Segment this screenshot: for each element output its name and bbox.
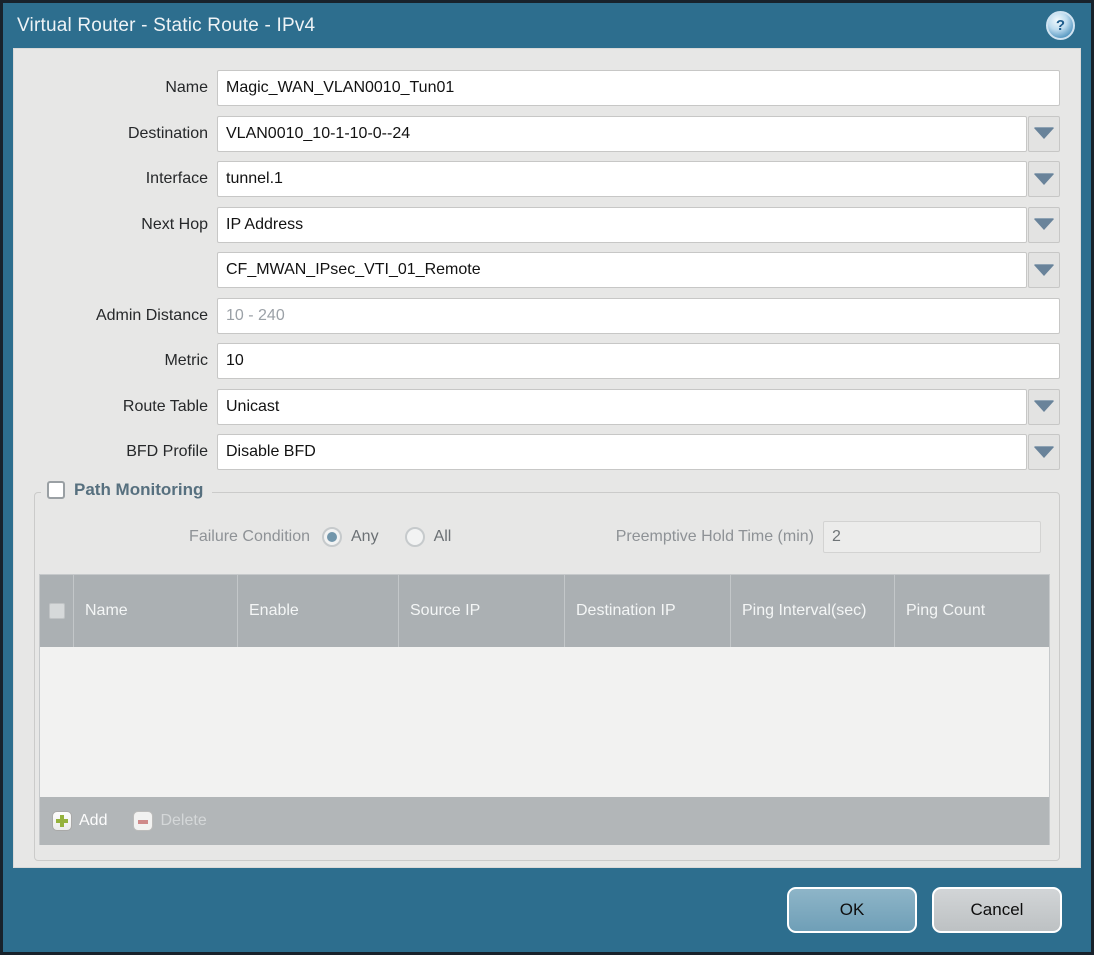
chevron-down-icon — [1034, 173, 1054, 185]
table-toolbar: Add Delete — [40, 797, 1049, 845]
metric-label: Metric — [164, 352, 208, 369]
preemptive-hold-time-input — [823, 521, 1041, 553]
route-table-dropdown-button[interactable] — [1028, 388, 1060, 425]
route-table-label: Route Table — [122, 397, 208, 415]
failure-condition-all-label: All — [433, 528, 452, 545]
bfd-profile-input[interactable] — [217, 434, 1027, 470]
route-table-input[interactable] — [217, 388, 1027, 425]
path-monitoring-checkbox[interactable] — [47, 481, 65, 499]
titlebar: Virtual Router - Static Route - IPv4 ? — [3, 3, 1091, 48]
chevron-down-icon — [1034, 264, 1054, 276]
path-monitoring-table: Name Enable Source IP Destination IP Pin… — [39, 574, 1050, 845]
interface-label: Interface — [145, 170, 208, 187]
table-header-ping-interval: Ping Interval(sec) — [731, 575, 895, 647]
interface-input[interactable] — [217, 161, 1027, 197]
path-monitoring-legend: Path Monitoring — [41, 480, 213, 500]
failure-condition-row: Failure Condition Any All Preemptive Hol… — [35, 520, 1041, 554]
admin-distance-input[interactable] — [217, 297, 1060, 334]
next-hop-type-input[interactable] — [217, 206, 1027, 243]
bfd-profile-label: BFD Profile — [126, 443, 208, 460]
dialog-title: Virtual Router - Static Route - IPv4 — [17, 14, 316, 36]
dialog-footer: OK Cancel — [3, 868, 1091, 952]
table-header-checkbox-cell — [40, 575, 74, 647]
path-monitoring-title: Path Monitoring — [74, 480, 204, 499]
add-button-label: Add — [79, 812, 108, 829]
destination-dropdown-button[interactable] — [1028, 115, 1060, 152]
table-header-row: Name Enable Source IP Destination IP Pin… — [40, 575, 1049, 647]
select-all-checkbox — [48, 603, 65, 619]
preemptive-hold-time-label: Preemptive Hold Time (min) — [615, 528, 814, 545]
form-row-next-hop-address — [14, 252, 1060, 288]
minus-icon — [133, 811, 154, 831]
path-monitoring-group: Path Monitoring Failure Condition Any Al… — [34, 480, 1060, 861]
failure-condition-label: Failure Condition — [189, 528, 310, 545]
name-input[interactable] — [217, 70, 1060, 106]
form-row-interface: Interface — [14, 161, 1060, 197]
next-hop-label: Next Hop — [141, 215, 208, 233]
table-header-enable: Enable — [238, 575, 399, 647]
table-header-source-ip: Source IP — [399, 575, 565, 647]
failure-condition-any-radio — [322, 527, 342, 547]
form-row-next-hop: Next Hop — [14, 206, 1060, 243]
next-hop-address-label — [14, 252, 217, 288]
chevron-down-icon — [1034, 219, 1054, 230]
plus-icon — [52, 811, 72, 831]
admin-distance-label: Admin Distance — [95, 306, 208, 324]
add-button[interactable]: Add — [52, 811, 107, 831]
interface-dropdown-button[interactable] — [1028, 161, 1060, 197]
table-body-empty — [40, 647, 1049, 797]
form-row-admin-distance: Admin Distance — [14, 297, 1060, 334]
next-hop-address-dropdown-button[interactable] — [1028, 252, 1060, 288]
form-row-name: Name — [14, 70, 1060, 106]
bfd-profile-dropdown-button[interactable] — [1028, 434, 1060, 470]
table-header-destination-ip: Destination IP — [565, 575, 731, 647]
chevron-down-icon — [1034, 446, 1054, 458]
next-hop-address-input[interactable] — [217, 252, 1027, 288]
destination-input[interactable] — [217, 115, 1027, 152]
failure-condition-any-label: Any — [351, 528, 379, 545]
next-hop-type-dropdown-button[interactable] — [1028, 206, 1060, 243]
table-header-name: Name — [74, 575, 238, 647]
form-row-metric: Metric — [14, 343, 1060, 379]
ok-button[interactable]: OK — [787, 887, 917, 933]
chevron-down-icon — [1034, 401, 1054, 412]
delete-button-label: Delete — [160, 812, 207, 829]
dialog-content: Name Destination Interface Next Hop — [13, 48, 1081, 868]
failure-condition-all-radio — [404, 527, 425, 547]
metric-input[interactable] — [217, 343, 1060, 379]
help-icon[interactable]: ? — [1046, 11, 1075, 40]
table-header-ping-count: Ping Count — [906, 602, 986, 619]
static-route-dialog: Virtual Router - Static Route - IPv4 ? N… — [0, 0, 1094, 955]
name-label: Name — [165, 79, 208, 96]
form-row-route-table: Route Table — [14, 388, 1060, 425]
delete-button: Delete — [133, 811, 207, 831]
chevron-down-icon — [1034, 128, 1054, 139]
destination-label: Destination — [127, 124, 208, 142]
form-row-destination: Destination — [14, 115, 1060, 152]
cancel-button[interactable]: Cancel — [932, 887, 1062, 933]
form-row-bfd-profile: BFD Profile — [14, 434, 1060, 470]
